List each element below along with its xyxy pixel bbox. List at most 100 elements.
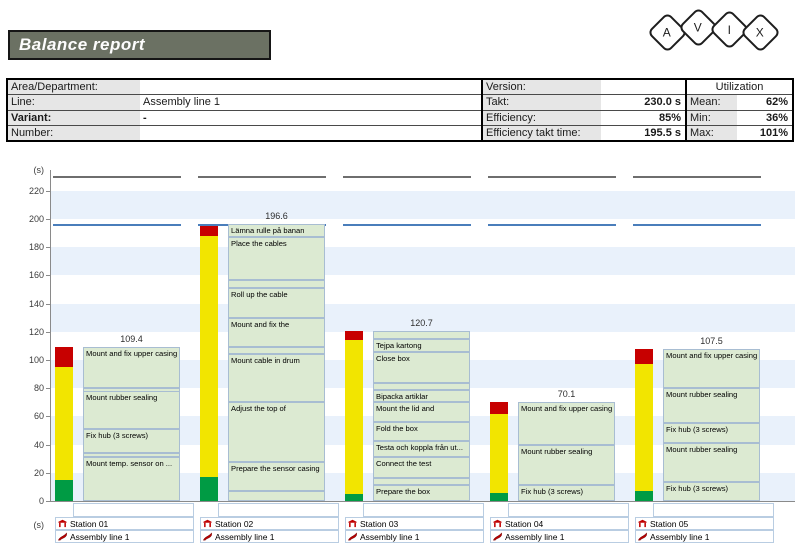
station-name-cell: Station 01	[55, 517, 194, 530]
bar-segment-green	[200, 477, 218, 501]
y-axis-line	[50, 170, 51, 501]
task-block: Close box	[373, 352, 470, 382]
utilization-row-mean: Mean: 62%	[687, 94, 792, 109]
field-value: 36%	[737, 111, 792, 125]
task-block: Mount temp. sensor on ...	[83, 457, 180, 501]
task-block: Fix hub (3 screws)	[518, 485, 615, 501]
assembly-line-icon	[203, 532, 212, 541]
bar-segment-yellow	[55, 367, 73, 480]
task-block: Mount and fix upper casing	[83, 347, 180, 388]
station-line-cell: Assembly line 1	[55, 530, 194, 543]
balance-chart: 020406080100120140160180200220(s)(s)Moun…	[0, 162, 800, 555]
station-footer-strip	[508, 503, 629, 517]
takt-line	[633, 176, 761, 178]
station-name-label: Station 02	[215, 519, 253, 529]
field-label: Variant:	[8, 111, 140, 125]
task-block	[373, 331, 470, 339]
task-block: Mount and fix upper casing	[518, 402, 615, 444]
header-row-efficiency: Efficiency: 85%	[483, 110, 685, 125]
station-total-label: 120.7	[363, 318, 480, 328]
takt-line	[198, 176, 326, 178]
utilization-row-max: Max: 101%	[687, 125, 792, 140]
station-total-label: 107.5	[653, 336, 770, 346]
efficiency-takt-line	[633, 224, 761, 226]
bar-segment-yellow	[200, 236, 218, 477]
task-block: Mount rubber sealing	[518, 445, 615, 485]
task-block: Fix hub (3 screws)	[663, 423, 760, 443]
bar-segment-red	[55, 347, 73, 367]
y-tick-label: 100	[18, 355, 44, 365]
field-label: Efficiency:	[483, 111, 601, 125]
station-line-label: Assembly line 1	[360, 532, 420, 542]
station-name-label: Station 01	[70, 519, 108, 529]
task-block	[228, 491, 325, 501]
y-tick-mark	[46, 445, 50, 446]
y-tick-mark	[46, 247, 50, 248]
bar-segment-green	[55, 480, 73, 501]
header-row-takt: Takt: 230.0 s	[483, 94, 685, 109]
header-row-number: Number:	[8, 125, 481, 140]
field-value: 195.5 s	[601, 126, 685, 140]
station-name-cell: Station 02	[200, 517, 339, 530]
logo-diamond-a-icon: A	[647, 12, 688, 53]
y-tick-label: 60	[18, 411, 44, 421]
assembly-line-icon	[348, 532, 357, 541]
header-utilization-table: Utilization Mean: 62% Min: 36% Max: 101%	[687, 78, 794, 142]
task-block: Mount the lid and	[373, 402, 470, 422]
field-value	[140, 80, 481, 94]
task-block: Connect the test	[373, 457, 470, 478]
task-block: Place the cables	[228, 237, 325, 279]
field-value: 85%	[601, 111, 685, 125]
station-total-label: 109.4	[73, 334, 190, 344]
task-block: Mount and fix upper casing	[663, 349, 760, 388]
y-tick-label: 200	[18, 214, 44, 224]
station-name-cell: Station 03	[345, 517, 484, 530]
station-icon	[348, 519, 357, 528]
task-block: Mount and fix the	[228, 318, 325, 348]
station-footer-strip	[218, 503, 339, 517]
header-left-table: Area/Department: Line: Assembly line 1 V…	[6, 78, 483, 142]
station-footer-strip	[73, 503, 194, 517]
grid-band	[50, 247, 795, 275]
header-row-version: Version:	[483, 80, 685, 94]
efficiency-takt-line	[53, 224, 181, 226]
header-row-variant: Variant: -	[8, 110, 481, 125]
x-axis-line	[50, 501, 795, 502]
field-value: -	[140, 111, 481, 125]
x-axis-unit-bottom: (s)	[18, 520, 44, 530]
station-total-label: 70.1	[508, 389, 625, 399]
assembly-line-icon	[638, 532, 647, 541]
field-label: Mean:	[687, 95, 737, 109]
y-tick-label: 0	[18, 496, 44, 506]
bar-segment-green	[635, 491, 653, 501]
field-value	[140, 126, 481, 140]
station-footer-strip	[363, 503, 484, 517]
y-tick-mark	[46, 219, 50, 220]
station-line-cell: Assembly line 1	[345, 530, 484, 543]
takt-line	[488, 176, 616, 178]
bar-segment-yellow	[490, 414, 508, 492]
bar-segment-green	[345, 494, 363, 501]
takt-line	[343, 176, 471, 178]
y-axis-unit-top: (s)	[18, 165, 44, 175]
task-block: Fix hub (3 screws)	[663, 482, 760, 501]
station-line-cell: Assembly line 1	[635, 530, 774, 543]
task-block	[228, 347, 325, 354]
field-label: Area/Department:	[8, 80, 140, 94]
station-name-label: Station 03	[360, 519, 398, 529]
y-tick-mark	[46, 501, 50, 502]
bar-segment-red	[345, 331, 363, 340]
y-tick-mark	[46, 191, 50, 192]
task-block: Fix hub (3 screws)	[83, 429, 180, 453]
field-label: Number:	[8, 126, 140, 140]
header-middle-table: Version: Takt: 230.0 s Efficiency: 85% E…	[483, 78, 687, 142]
task-block: Tejpa kartong	[373, 339, 470, 352]
y-tick-label: 20	[18, 468, 44, 478]
field-value	[601, 80, 685, 94]
station-name-cell: Station 04	[490, 517, 629, 530]
station-name-label: Station 05	[650, 519, 688, 529]
y-tick-label: 40	[18, 440, 44, 450]
task-block: Prepare the box	[373, 485, 470, 501]
station-line-label: Assembly line 1	[650, 532, 710, 542]
assembly-line-icon	[58, 532, 67, 541]
